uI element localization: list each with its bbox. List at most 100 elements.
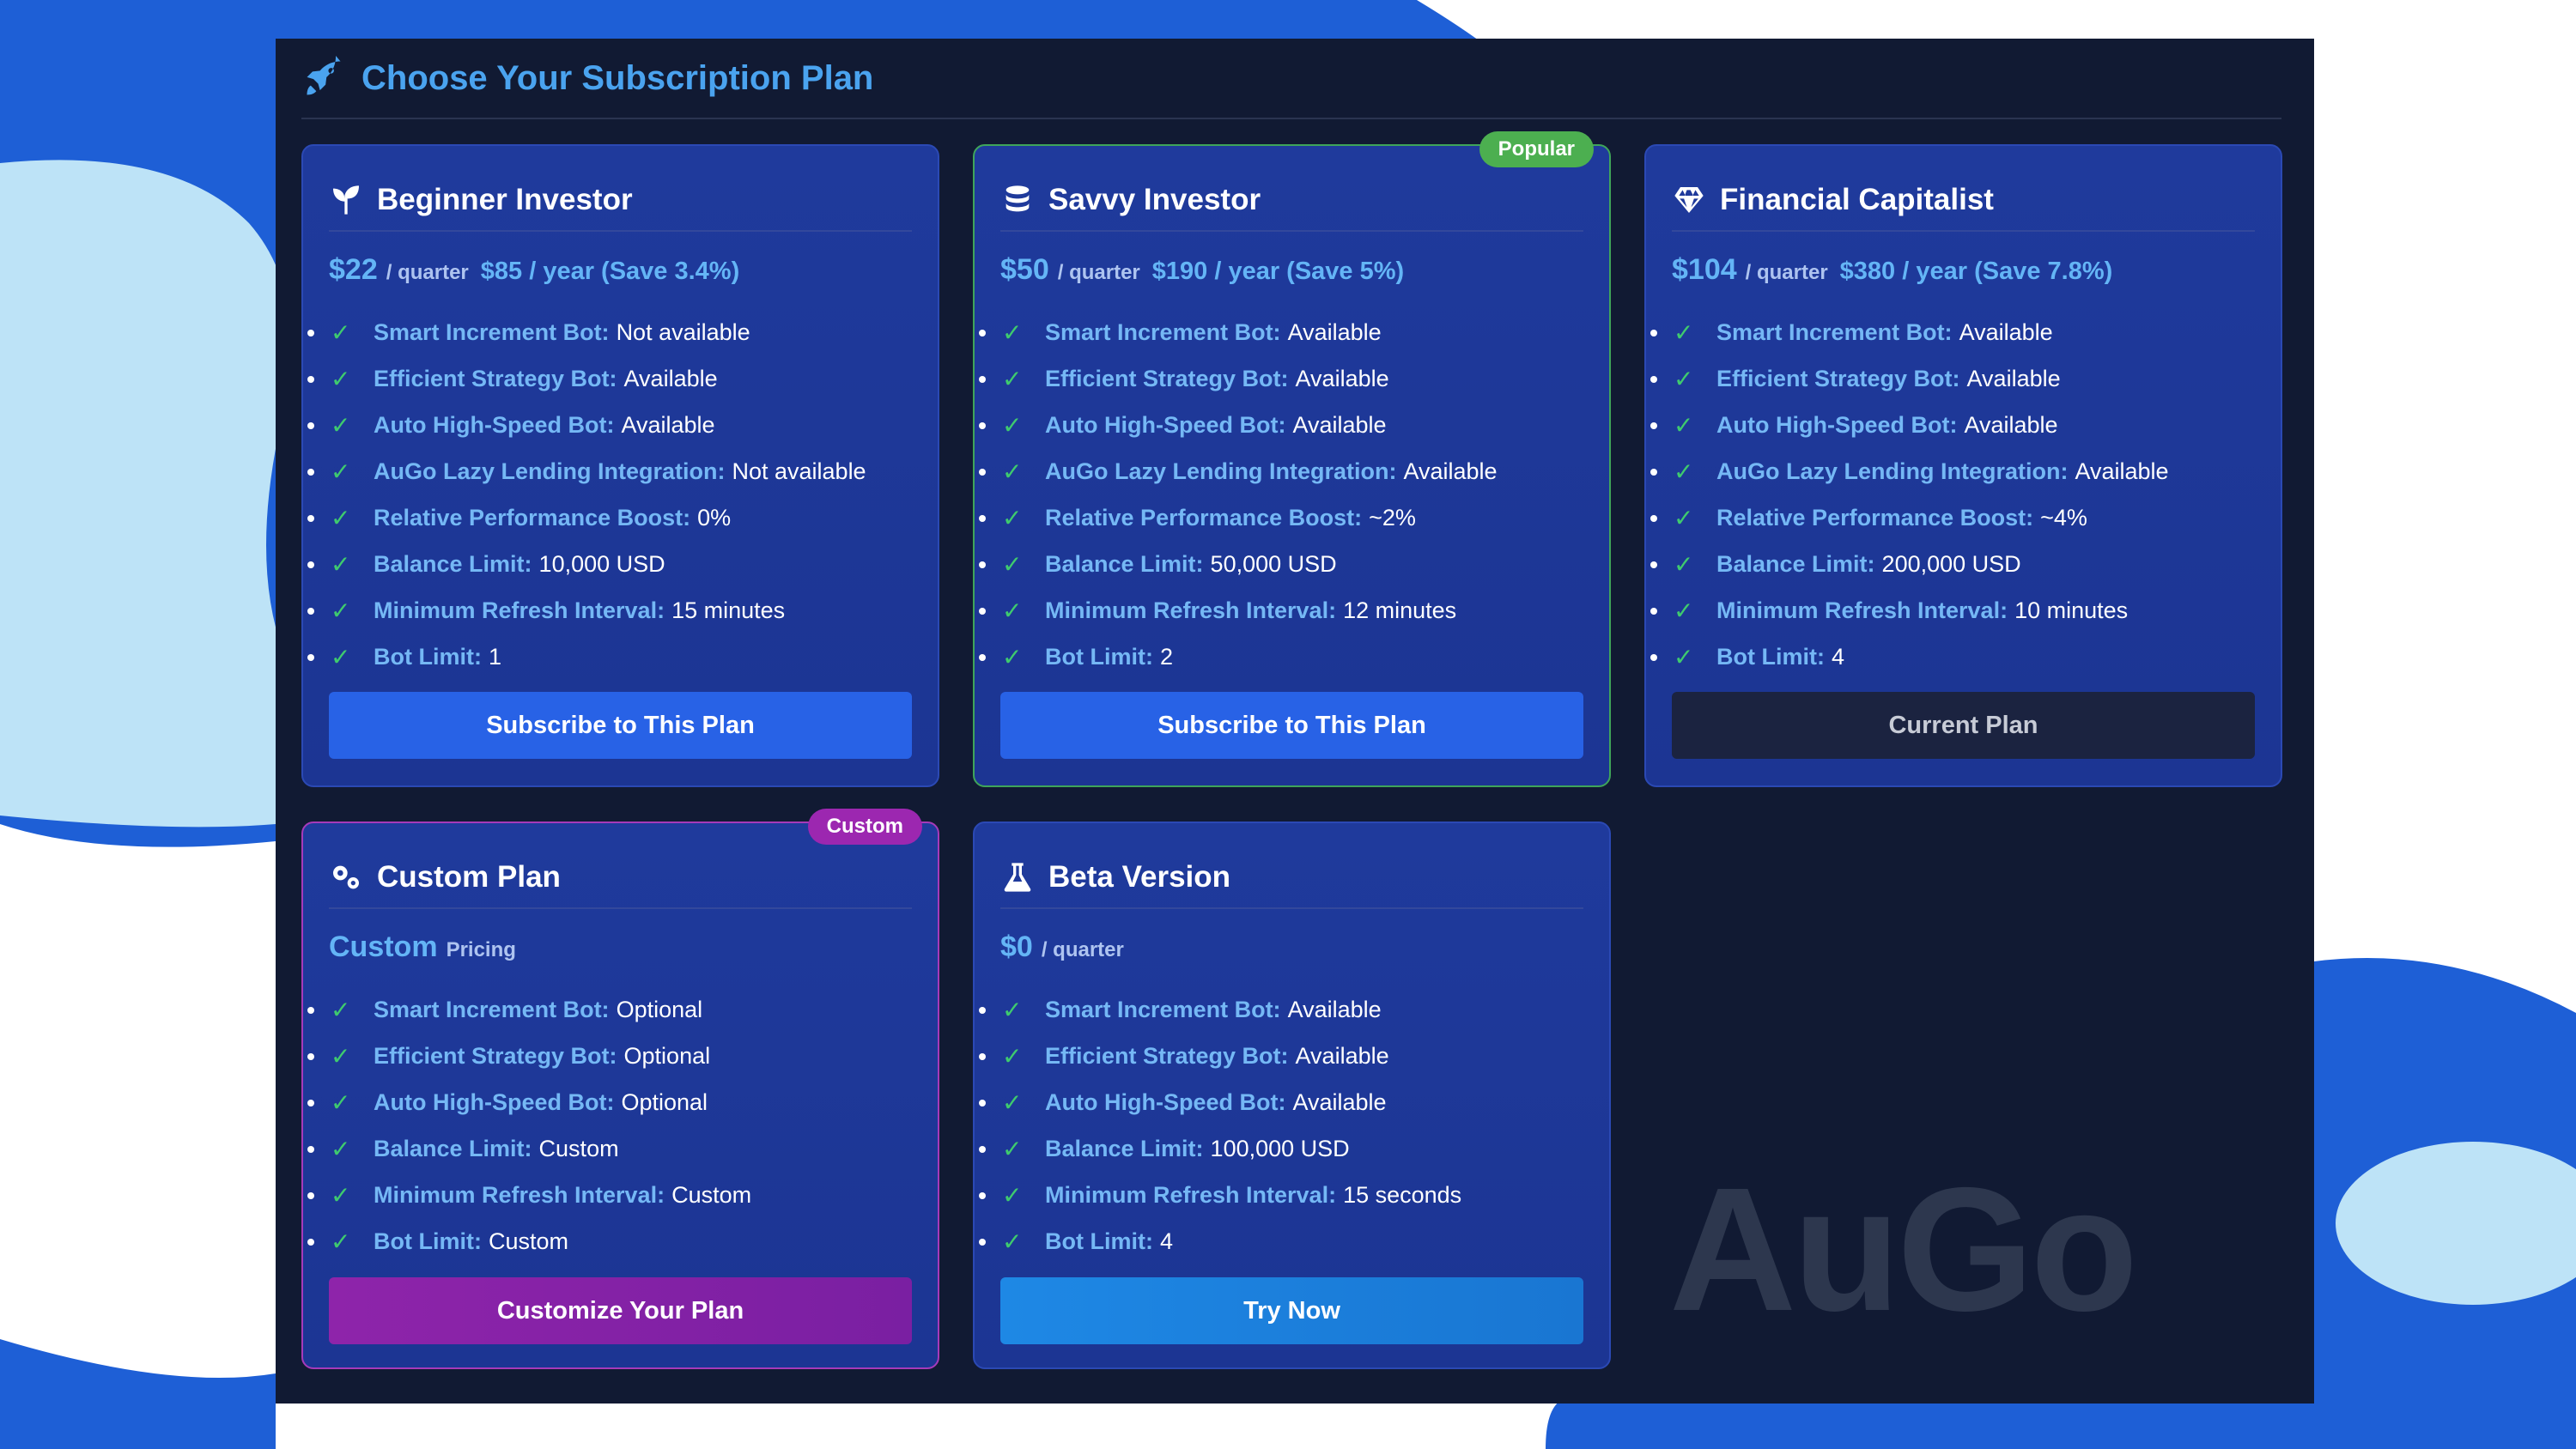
feature-label: Relative Performance Boost:	[1045, 504, 1363, 530]
feature-item: ✓ AuGo Lazy Lending Integration: Not avail…	[303, 448, 920, 494]
feature-value: 15 seconds	[1343, 1181, 1462, 1208]
feature-value: Available	[1964, 411, 2058, 438]
plan-title: Beta Version	[1048, 860, 1231, 894]
plan-card-custom: Custom Custom Plan Custom Pricing ✓ Smart…	[301, 809, 939, 1369]
price-line: $22 / quarter $85 / year (Save 3.4%)	[329, 253, 920, 287]
feature-label: Auto High-Speed Bot:	[374, 1088, 615, 1115]
feature-value: Not available	[732, 458, 866, 484]
feature-value: 50,000 USD	[1210, 550, 1337, 577]
feature-item: ✓ Bot Limit: 4	[1646, 634, 2263, 680]
feature-label: Balance Limit:	[1716, 550, 1875, 577]
feature-label: Minimum Refresh Interval:	[374, 597, 665, 623]
price-unit: / quarter	[1745, 261, 1828, 284]
feature-item: ✓ Minimum Refresh Interval: Custom	[303, 1172, 920, 1218]
feature-item: ✓ Relative Performance Boost: 0%	[303, 494, 920, 541]
feature-item: ✓ Efficient Strategy Bot: Available	[975, 355, 1592, 402]
feature-item: ✓ Smart Increment Bot: Available	[1646, 309, 2263, 355]
feature-list: ✓ Smart Increment Bot: Available ✓ Efficient…	[1646, 309, 2263, 680]
feature-value: Optional	[621, 1088, 708, 1115]
feature-item: ✓ Smart Increment Bot: Optional	[303, 986, 920, 1033]
feature-value: Available	[1295, 1042, 1389, 1069]
check-icon: ✓	[331, 1228, 351, 1255]
feature-label: Bot Limit:	[374, 1228, 482, 1254]
check-icon: ✓	[1002, 504, 1023, 531]
plan-title: Beginner Investor	[377, 183, 633, 216]
current-plan-button[interactable]: Current Plan	[1672, 692, 2255, 759]
feature-label: Minimum Refresh Interval:	[1716, 597, 2008, 623]
plan-title: Custom Plan	[377, 860, 561, 894]
price-yearly: $190 / year (Save 5%)	[1151, 258, 1405, 285]
feature-label: Auto High-Speed Bot:	[1045, 1088, 1286, 1115]
card-header: Beginner Investor	[329, 170, 912, 232]
feature-value: Custom	[671, 1181, 752, 1208]
feature-item: ✓ Smart Increment Bot: Available	[975, 986, 1592, 1033]
check-icon: ✓	[331, 1181, 351, 1209]
feature-label: AuGo Lazy Lending Integration:	[1716, 458, 2069, 484]
popular-badge: Popular	[1479, 131, 1594, 167]
card-header: Custom Plan	[329, 847, 912, 909]
plan-card-beta: Beta Version $0 / quarter ✓ Smart Increme…	[973, 822, 1611, 1369]
feature-item: ✓ Balance Limit: 10,000 USD	[303, 541, 920, 587]
feature-label: Balance Limit:	[1045, 550, 1204, 577]
feature-label: Efficient Strategy Bot:	[374, 1042, 617, 1069]
customize-plan-button[interactable]: Customize Your Plan	[329, 1277, 912, 1344]
flask-icon	[1004, 863, 1031, 892]
panel-header: Choose Your Subscription Plan	[301, 39, 2281, 119]
feature-value: 10 minutes	[2014, 597, 2129, 623]
rocket-icon	[307, 56, 341, 95]
feature-item: ✓ Efficient Strategy Bot: Available	[303, 355, 920, 402]
feature-value: Available	[623, 365, 718, 391]
feature-label: Bot Limit:	[374, 643, 482, 670]
page-title: Choose Your Subscription Plan	[361, 58, 874, 97]
price-unit: Pricing	[446, 938, 516, 961]
check-icon: ✓	[1674, 411, 1694, 439]
feature-label: Smart Increment Bot:	[374, 996, 610, 1022]
check-icon: ✓	[1002, 550, 1023, 578]
feature-value: Optional	[616, 996, 703, 1022]
feature-value: Custom	[488, 1228, 569, 1254]
feature-item: ✓ Minimum Refresh Interval: 15 minutes	[303, 587, 920, 634]
card-header: Beta Version	[1000, 847, 1583, 909]
feature-item: ✓ Balance Limit: 50,000 USD	[975, 541, 1592, 587]
check-icon: ✓	[1002, 458, 1023, 485]
check-icon: ✓	[1674, 365, 1694, 392]
subscribe-button[interactable]: Subscribe to This Plan	[1000, 692, 1583, 759]
check-icon: ✓	[331, 996, 351, 1023]
check-icon: ✓	[1002, 1181, 1023, 1209]
feature-label: Smart Increment Bot:	[1045, 318, 1281, 345]
try-now-button[interactable]: Try Now	[1000, 1277, 1583, 1344]
gem-icon	[1674, 187, 1704, 213]
plan-card-savvy: Popular Savvy Investor $50 / quarter $19…	[973, 131, 1611, 787]
feature-label: Bot Limit:	[1716, 643, 1825, 670]
feature-value: Available	[1966, 365, 2061, 391]
check-icon: ✓	[1674, 597, 1694, 624]
feature-item: ✓ Efficient Strategy Bot: Optional	[303, 1033, 920, 1079]
feature-value: Available	[1287, 318, 1382, 345]
price-unit: / quarter	[1041, 938, 1124, 961]
check-icon: ✓	[1002, 643, 1023, 670]
feature-list: ✓ Smart Increment Bot: Not available ✓ Effic…	[303, 309, 920, 680]
feature-label: Bot Limit:	[1045, 643, 1153, 670]
feature-item: ✓ Bot Limit: 1	[303, 634, 920, 680]
feature-item: ✓ Relative Performance Boost: ~2%	[975, 494, 1592, 541]
plan-title: Savvy Investor	[1048, 183, 1261, 216]
check-icon: ✓	[1674, 643, 1694, 670]
price-amount: $0	[1000, 931, 1033, 963]
feature-value: Not available	[616, 318, 750, 345]
augo-watermark: AuGo	[1669, 1151, 2138, 1348]
subscribe-button[interactable]: Subscribe to This Plan	[329, 692, 912, 759]
feature-value: Available	[2075, 458, 2169, 484]
feature-label: Relative Performance Boost:	[1716, 504, 2034, 530]
price-line: $0 / quarter	[1000, 931, 1592, 964]
coins-icon	[1005, 185, 1030, 212]
check-icon: ✓	[331, 365, 351, 392]
check-icon: ✓	[331, 1042, 351, 1070]
check-icon: ✓	[331, 1088, 351, 1116]
plan-card-capitalist: Financial Capitalist $104 / quarter $380…	[1644, 144, 2282, 787]
feature-item: ✓ Bot Limit: 2	[975, 634, 1592, 680]
feature-label: Balance Limit:	[374, 550, 532, 577]
feature-value: 200,000 USD	[1881, 550, 2021, 577]
feature-label: Auto High-Speed Bot:	[374, 411, 615, 438]
feature-list: ✓ Smart Increment Bot: Available ✓ Efficient…	[975, 986, 1592, 1264]
feature-value: Available	[1292, 411, 1387, 438]
